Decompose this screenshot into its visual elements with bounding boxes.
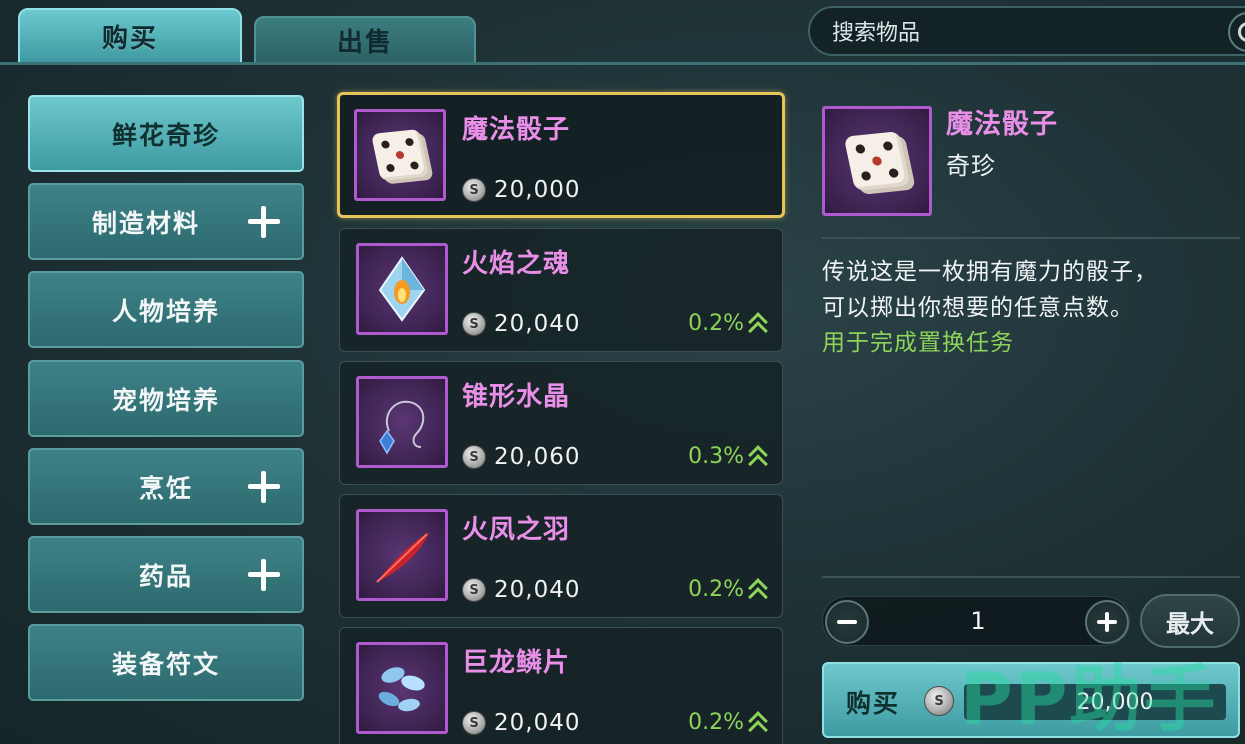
list-item[interactable]: 魔法骰子 S 20,000	[337, 92, 785, 218]
total-price-value: 20,000	[1076, 689, 1154, 715]
search-icon[interactable]	[1228, 12, 1245, 52]
category-label: 宠物培养	[111, 385, 220, 415]
category-flowers-treasures[interactable]: 鲜花奇珍	[28, 95, 304, 172]
divider	[822, 576, 1240, 578]
item-price-row: S 20,060	[462, 444, 580, 470]
category-medicine[interactable]: 药品	[28, 536, 304, 613]
item-thumbnail	[356, 376, 448, 468]
item-price: 20,060	[494, 444, 581, 470]
dice-icon	[371, 129, 429, 181]
item-name: 魔法骰子	[462, 115, 571, 145]
item-price-row: S 20,040	[462, 311, 580, 337]
max-label: 最大	[1166, 609, 1214, 638]
category-cooking[interactable]: 烹饪	[28, 448, 304, 525]
pendulum-crystal-icon	[379, 400, 425, 455]
category-label: 药品	[138, 561, 193, 591]
item-thumbnail	[356, 642, 448, 734]
category-label: 人物培养	[111, 296, 220, 326]
max-quantity-button[interactable]: 最大	[1140, 594, 1240, 648]
price-change: 0.2%	[688, 577, 768, 602]
price-change: 0.2%	[688, 311, 768, 336]
category-label: 制造材料	[91, 208, 200, 238]
price-change-value: 0.2%	[688, 710, 744, 735]
category-equipment-runes[interactable]: 装备符文	[28, 624, 304, 701]
silver-coin-icon: S	[462, 711, 486, 735]
dice-icon	[843, 131, 911, 191]
increase-quantity-button[interactable]	[1085, 600, 1129, 644]
price-change: 0.3%	[688, 444, 768, 469]
item-name: 巨龙鳞片	[462, 648, 571, 678]
silver-coin-icon: S	[462, 178, 486, 202]
item-name: 火凤之羽	[462, 515, 571, 545]
list-item[interactable]: 锥形水晶 S 20,060 0.3%	[339, 361, 783, 485]
buy-button[interactable]: 购买 S 20,000	[822, 662, 1240, 738]
double-chevron-up-icon	[748, 578, 768, 602]
category-label: 装备符文	[111, 649, 220, 679]
item-price: 20,040	[494, 577, 581, 603]
item-name: 锥形水晶	[462, 382, 571, 412]
price-change-value: 0.2%	[688, 577, 744, 602]
item-price: 20,000	[494, 177, 581, 203]
item-name: 火焰之魂	[462, 249, 571, 279]
item-thumbnail	[354, 109, 446, 201]
list-item[interactable]: 火凤之羽 S 20,040 0.2%	[339, 494, 783, 618]
list-item[interactable]: 巨龙鳞片 S 20,040 0.2%	[339, 627, 783, 744]
item-thumbnail	[356, 509, 448, 601]
list-item[interactable]: 火焰之魂 S 20,040 0.2%	[339, 228, 783, 352]
double-chevron-up-icon	[748, 445, 768, 469]
red-feather-icon	[376, 532, 429, 583]
tab-divider	[0, 62, 1245, 65]
price-change: 0.2%	[688, 710, 768, 735]
detail-thumbnail	[822, 106, 932, 216]
expand-plus-icon[interactable]	[248, 205, 280, 238]
item-price: 20,040	[494, 710, 581, 736]
price-change-value: 0.2%	[688, 311, 744, 336]
double-chevron-up-icon	[748, 711, 768, 735]
category-pet-training[interactable]: 宠物培养	[28, 360, 304, 437]
quantity-stepper: 1	[822, 596, 1130, 646]
tab-sell[interactable]: 出售	[254, 16, 476, 64]
detail-item-name: 魔法骰子	[946, 109, 1058, 140]
dragon-scale-icon	[378, 667, 425, 712]
detail-description: 传说这是一枚拥有魔力的骰子， 可以掷出你想要的任意点数。	[822, 254, 1240, 326]
detail-usage: 用于完成置换任务	[822, 330, 1014, 356]
category-label: 烹饪	[138, 473, 193, 503]
expand-plus-icon[interactable]	[248, 558, 280, 591]
total-price: 20,000	[964, 684, 1226, 720]
category-character-training[interactable]: 人物培养	[28, 271, 304, 348]
detail-item-type: 奇珍	[946, 152, 996, 180]
item-price-row: S 20,040	[462, 577, 580, 603]
flame-crystal-icon	[378, 256, 426, 322]
quantity-value[interactable]: 1	[953, 607, 1003, 635]
description-line: 传说这是一枚拥有魔力的骰子，	[822, 259, 1158, 285]
category-label: 鲜花奇珍	[111, 120, 220, 150]
item-price-row: S 20,000	[462, 177, 580, 203]
silver-coin-icon: S	[924, 686, 954, 716]
decrease-quantity-button[interactable]	[825, 600, 869, 644]
buy-label: 购买	[846, 689, 901, 718]
description-line: 可以掷出你想要的任意点数。	[822, 295, 1134, 321]
tab-buy[interactable]: 购买	[18, 8, 242, 64]
search-placeholder: 搜索物品	[832, 21, 921, 46]
category-crafting-materials[interactable]: 制造材料	[28, 183, 304, 260]
search-input[interactable]: 搜索物品	[808, 6, 1245, 56]
price-change-value: 0.3%	[688, 444, 744, 469]
silver-coin-icon: S	[462, 578, 486, 602]
silver-coin-icon: S	[462, 312, 486, 336]
expand-plus-icon[interactable]	[248, 470, 280, 503]
double-chevron-up-icon	[748, 312, 768, 336]
item-price: 20,040	[494, 311, 581, 337]
silver-coin-icon: S	[462, 445, 486, 469]
item-thumbnail	[356, 243, 448, 335]
item-price-row: S 20,040	[462, 710, 580, 736]
divider	[822, 237, 1240, 239]
